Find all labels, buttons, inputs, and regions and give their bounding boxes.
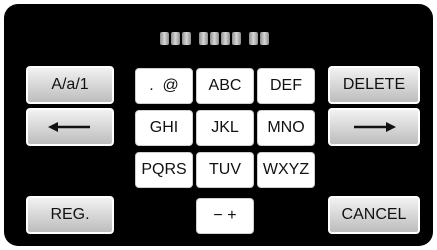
ghi-key[interactable]: GHI: [135, 110, 193, 146]
def-key[interactable]: DEF: [257, 68, 315, 104]
delete-button-label: DELETE: [342, 76, 406, 93]
cancel-button-label: CANCEL: [341, 206, 407, 223]
mode-toggle-button[interactable]: A/a/1: [26, 66, 114, 104]
abc-key[interactable]: ABC: [196, 68, 254, 104]
masked-character: [249, 32, 258, 45]
tuv-key-label: TUV: [209, 161, 241, 178]
ghi-key-label: GHI: [149, 119, 179, 136]
pqrs-key[interactable]: PQRS: [135, 152, 193, 188]
cancel-button[interactable]: CANCEL: [328, 196, 420, 234]
masked-character: [210, 32, 219, 45]
mode-toggle-label: A/a/1: [51, 76, 89, 93]
cursor-left-button[interactable]: [26, 108, 114, 146]
jkl-key[interactable]: JKL: [196, 110, 254, 146]
masked-character: [232, 32, 241, 45]
masked-character: [221, 32, 230, 45]
masked-character: [171, 32, 180, 45]
masked-character: [160, 32, 169, 45]
mno-key[interactable]: MNO: [257, 110, 315, 146]
punctuation-key[interactable]: . @: [135, 68, 193, 104]
register-button[interactable]: REG.: [26, 196, 114, 234]
minus-plus-key[interactable]: − +: [196, 198, 254, 234]
arrow-right-icon: [354, 122, 396, 132]
wxyz-key[interactable]: WXYZ: [257, 152, 315, 188]
minus-plus-key-label: − +: [213, 207, 237, 224]
mno-key-label: MNO: [267, 119, 305, 136]
cursor-right-button[interactable]: [328, 108, 420, 146]
jkl-key-label: JKL: [211, 119, 239, 136]
masked-character: [199, 32, 208, 45]
punctuation-key-label: . @: [149, 77, 179, 94]
abc-key-label: ABC: [208, 77, 242, 94]
arrow-left-icon: [48, 122, 90, 132]
text-input-display: [160, 31, 271, 46]
pqrs-key-label: PQRS: [141, 161, 187, 178]
register-button-label: REG.: [50, 206, 90, 223]
delete-button[interactable]: DELETE: [328, 66, 420, 104]
wxyz-key-label: WXYZ: [262, 161, 310, 178]
masked-character: [182, 32, 191, 45]
def-key-label: DEF: [270, 77, 302, 94]
masked-character: [260, 32, 269, 45]
touch-keyboard-screen: A/a/1 . @ ABC DEF DELETE GHI JKL MNO PQR…: [4, 4, 433, 246]
tuv-key[interactable]: TUV: [196, 152, 254, 188]
